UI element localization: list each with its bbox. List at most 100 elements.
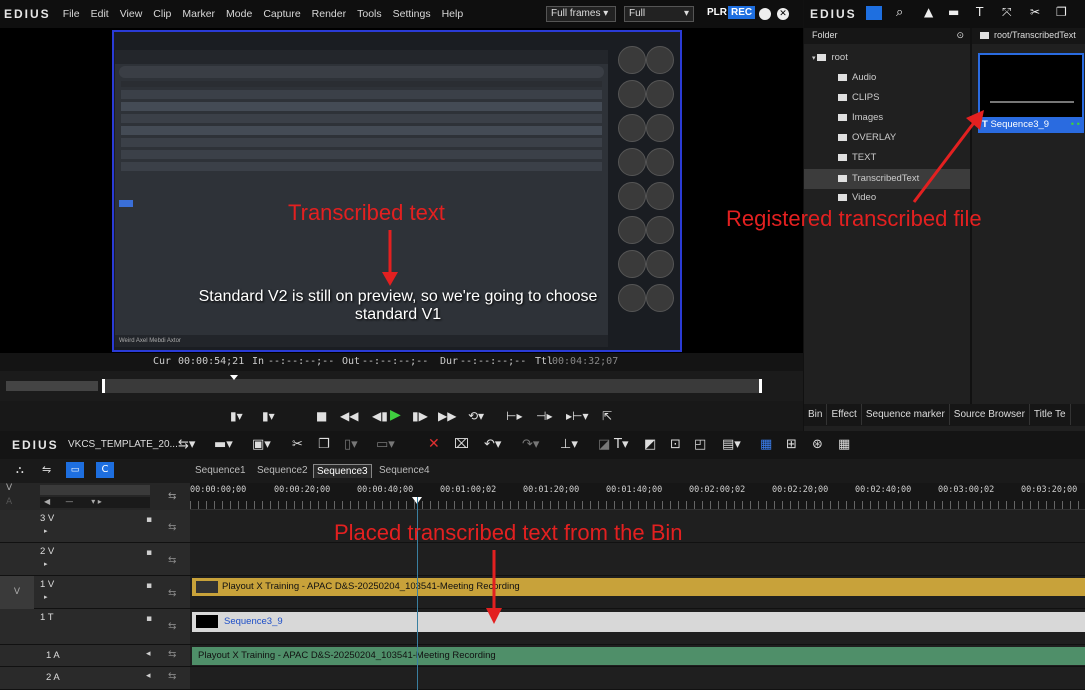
link-icon[interactable]: ⇆ bbox=[168, 671, 176, 682]
info-icon[interactable]: ⊙ bbox=[956, 30, 964, 41]
insert-icon[interactable]: ⊢▸ bbox=[506, 409, 522, 423]
timeline-ruler[interactable]: 00:00:00;00 00:00:20;00 00:00:40;00 00:0… bbox=[190, 483, 1085, 510]
record-mode-icon[interactable] bbox=[759, 8, 771, 20]
track-lane-1t[interactable]: Sequence3_9 bbox=[190, 609, 1085, 645]
video-clip[interactable]: Playout X Training - APAC D&S-20250204_1… bbox=[192, 578, 1085, 596]
search-icon[interactable]: ⌕ bbox=[896, 5, 903, 20]
layout-icon[interactable]: ▦ bbox=[838, 437, 850, 452]
menu-help[interactable]: Help bbox=[442, 8, 464, 20]
mark-in-icon[interactable]: ▮▾ bbox=[230, 409, 243, 423]
menu-marker[interactable]: Marker bbox=[182, 8, 215, 20]
quality-dropdown[interactable]: Full ▾ bbox=[624, 6, 694, 22]
menu-tools[interactable]: Tools bbox=[357, 8, 382, 20]
sync-mode-icon[interactable]: ▭ bbox=[66, 462, 84, 478]
plr-label[interactable]: PLR bbox=[707, 7, 727, 18]
track-view-icon[interactable]: ▪ bbox=[146, 581, 152, 591]
folder-images[interactable]: Images bbox=[838, 112, 883, 130]
track-header-2v[interactable]: 2 V ▸ ▪ ⇆ bbox=[0, 543, 190, 576]
ripple-icon[interactable]: ⇋ bbox=[42, 463, 51, 476]
jump-icon[interactable]: ▸⊢▾ bbox=[566, 409, 589, 423]
step-back-icon[interactable]: ◀▮ bbox=[372, 409, 388, 423]
step-forward-icon[interactable]: ▮▶ bbox=[412, 409, 428, 423]
link-icon[interactable]: ⇆ bbox=[168, 649, 176, 660]
track-view-icon[interactable]: ▪ bbox=[146, 614, 152, 624]
folder-root[interactable]: ▾ root bbox=[812, 52, 848, 70]
ripple-delete-icon[interactable]: ⌧ bbox=[454, 437, 469, 452]
out-timecode[interactable]: --:--:--;-- bbox=[362, 356, 428, 367]
menu-settings[interactable]: Settings bbox=[393, 8, 431, 20]
track-header-1a[interactable]: 1 A ◂ ⇆ bbox=[0, 645, 190, 667]
up-folder-icon[interactable]: ▲ bbox=[924, 5, 933, 19]
cut-icon[interactable]: ✂ bbox=[292, 437, 303, 452]
track-lane-1a[interactable]: Playout X Training - APAC D&S-20250204_1… bbox=[190, 645, 1085, 667]
rewind-icon[interactable]: ◀◀ bbox=[340, 409, 358, 423]
folder-overlay[interactable]: OVERLAY bbox=[838, 132, 896, 150]
folder-text[interactable]: TEXT bbox=[838, 152, 876, 170]
track-header-3v[interactable]: 3 V ▸ ▪ ⇆ bbox=[0, 510, 190, 543]
export-icon[interactable]: ⇱ bbox=[602, 409, 612, 423]
tab-sequence4[interactable]: Sequence4 bbox=[376, 464, 433, 477]
channel-select[interactable]: ◀ — ▾ ▸ bbox=[40, 497, 150, 508]
subtitle-icon[interactable]: ▦ bbox=[760, 437, 772, 452]
clip-name-bar[interactable]: T Sequence3_9 • • bbox=[978, 117, 1084, 133]
scrub-slider[interactable] bbox=[102, 379, 762, 393]
paste-icon[interactable]: ▯▾ bbox=[344, 437, 358, 452]
overwrite-icon[interactable]: ⊣▸ bbox=[536, 409, 552, 423]
sequence-icon[interactable]: ⤧ bbox=[1002, 5, 1012, 20]
save-icon[interactable]: ▣▾ bbox=[252, 437, 271, 452]
menu-capture[interactable]: Capture bbox=[263, 8, 300, 20]
track-lane-2a[interactable] bbox=[190, 667, 1085, 690]
import-icon[interactable]: ⊡ bbox=[670, 437, 681, 452]
undo-icon[interactable]: ↶▾ bbox=[484, 437, 501, 452]
playback-mode-bar[interactable] bbox=[6, 381, 98, 391]
title-icon[interactable]: T bbox=[976, 5, 983, 19]
tab-bin[interactable]: Bin bbox=[804, 404, 828, 425]
track-height-control[interactable] bbox=[40, 485, 150, 495]
track-view-icon[interactable]: ▪ bbox=[146, 515, 152, 525]
open-folder-icon[interactable]: ▬▾ bbox=[214, 437, 233, 452]
tab-sequence1[interactable]: Sequence1 bbox=[192, 464, 249, 477]
playhead-icon[interactable] bbox=[230, 375, 238, 380]
render-icon[interactable]: ▤▾ bbox=[722, 437, 741, 452]
sync-icon[interactable]: ⊞ bbox=[786, 437, 797, 452]
cur-timecode[interactable]: 00:00:54;21 bbox=[178, 356, 244, 367]
tab-title-te[interactable]: Title Te bbox=[1030, 404, 1071, 425]
link-icon[interactable]: ⇆ bbox=[168, 555, 176, 566]
settings-icon[interactable]: ⊛ bbox=[812, 437, 823, 452]
tab-source-browser[interactable]: Source Browser bbox=[950, 404, 1030, 425]
mark-out-icon[interactable]: ▮▾ bbox=[262, 409, 275, 423]
expand-icon[interactable]: ▸ bbox=[44, 527, 48, 535]
clip-mode-icon[interactable]: C bbox=[96, 462, 114, 478]
cut-icon[interactable]: ✂ bbox=[1030, 5, 1040, 19]
menu-view[interactable]: View bbox=[120, 8, 143, 20]
add-clip-icon[interactable]: ◪ bbox=[598, 437, 610, 452]
speaker-icon[interactable]: ◂ bbox=[146, 671, 151, 681]
menu-edit[interactable]: Edit bbox=[91, 8, 109, 20]
close-icon[interactable]: ✕ bbox=[777, 8, 789, 20]
menu-mode[interactable]: Mode bbox=[226, 8, 252, 20]
track-view-icon[interactable]: ▪ bbox=[146, 548, 152, 558]
title-tool-icon[interactable]: T▾ bbox=[614, 437, 628, 452]
stop-icon[interactable]: ■ bbox=[316, 409, 327, 423]
folder-view-icon[interactable] bbox=[866, 6, 882, 20]
source-channel-v[interactable]: V bbox=[0, 576, 34, 609]
expand-icon[interactable]: ▸ bbox=[44, 593, 48, 601]
play-icon[interactable]: ▶ bbox=[390, 407, 401, 423]
track-lane-2v[interactable] bbox=[190, 543, 1085, 576]
audio-clip[interactable]: Playout X Training - APAC D&S-20250204_1… bbox=[192, 647, 1085, 665]
mixer-icon[interactable]: ◰ bbox=[694, 437, 706, 452]
track-header-1t[interactable]: 1 T ▪ ⇆ bbox=[0, 609, 190, 645]
tab-sequence-marker[interactable]: Sequence marker bbox=[862, 404, 950, 425]
tab-effect[interactable]: Effect bbox=[827, 404, 862, 425]
rec-badge[interactable]: REC bbox=[728, 6, 756, 19]
in-timecode[interactable]: --:--:--;-- bbox=[268, 356, 334, 367]
delete-icon[interactable]: ✕ bbox=[428, 436, 440, 452]
track-tool-icon[interactable]: ⛬ bbox=[16, 463, 24, 477]
link-icon[interactable]: ⇆ bbox=[168, 522, 176, 533]
expand-icon[interactable]: ▸ bbox=[44, 560, 48, 568]
fast-forward-icon[interactable]: ▶▶ bbox=[438, 409, 456, 423]
tab-sequence3[interactable]: Sequence3 bbox=[313, 464, 372, 478]
copy-icon[interactable]: ❐ bbox=[318, 437, 330, 452]
tab-sequence2[interactable]: Sequence2 bbox=[254, 464, 311, 477]
menu-clip[interactable]: Clip bbox=[153, 8, 171, 20]
